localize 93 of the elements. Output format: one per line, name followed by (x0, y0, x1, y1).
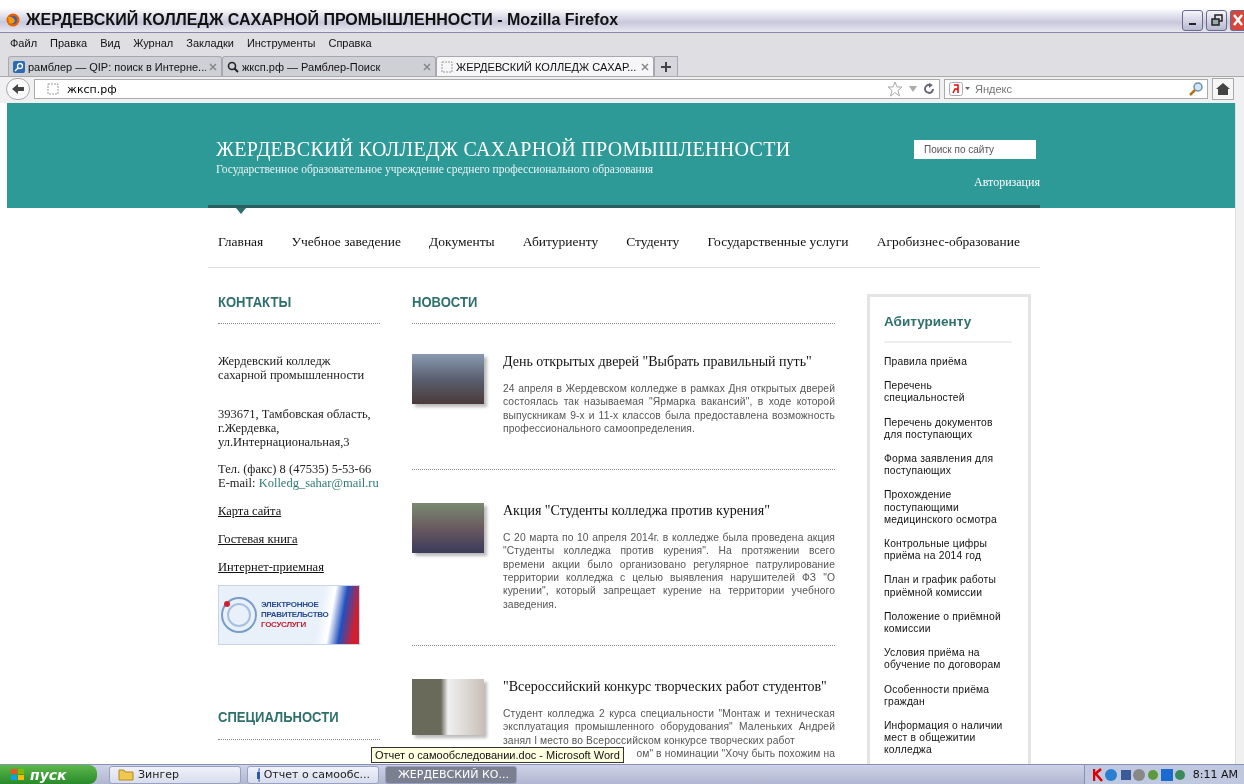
section-heading: СПЕЦИАЛЬНОСТИ (218, 709, 340, 725)
organization-name: Жердевский колледж сахарной промышленности (218, 354, 366, 382)
home-icon (1216, 83, 1230, 95)
postal-address: 393671, Тамбовская область, г.Жердевка, ул.Интернациональная,3 (218, 407, 372, 449)
nav-link[interactable]: Агробизнес-образование (876, 234, 1020, 250)
taskbar-button[interactable]: Отчет о самообс... (247, 765, 379, 784)
close-icon[interactable] (209, 62, 217, 71)
section-heading: НОВОСТИ (412, 294, 479, 310)
photo-placeholder[interactable] (412, 678, 484, 735)
photo-placeholder[interactable] (412, 354, 484, 404)
sidebar-link[interactable]: Положение о приёмной комиссии (884, 610, 1012, 636)
minimize-icon (1189, 23, 1196, 25)
menu-item[interactable]: Справка (322, 37, 379, 49)
section-heading: КОНТАКТЫ (218, 294, 293, 310)
nav-link[interactable]: Студенту (626, 234, 680, 250)
star-icon[interactable] (887, 81, 903, 97)
search-icon (227, 60, 239, 73)
news-summary: С 20 марта по 10 апреля 2014г. в колледже была проведена акция "Студенты колледжа против курения". На протяжении всего времени акции было организовано регулярное патрулирование территории колледжа с целью выявления нарушителей ФЗ "О курении", который запрещает курение на территории учебного заведения. (503, 531, 835, 611)
news-title-link[interactable]: День открытых дверей "Выбрать правильный путь" (503, 354, 835, 370)
dropdown-icon[interactable] (908, 85, 918, 93)
menu-item[interactable]: Инструменты (240, 37, 323, 49)
tooltip: Отчет о самообследовании.doc - Microsoft Word (371, 747, 624, 763)
restore-button[interactable] (1206, 9, 1227, 31)
sidebar-heading: Абитуриенту (884, 314, 1012, 343)
sidebar-link[interactable]: Прохождение поступающими медицинского осмотра (884, 489, 1012, 527)
sidebar-link[interactable]: План и график работы приёмной комиссии (884, 574, 1012, 599)
windows-logo-icon (10, 767, 26, 782)
search-icon[interactable] (1189, 82, 1203, 96)
gov-services-banner[interactable]: ЭЛЕКТРОННОЕ ПРАВИТЕЛЬСТВО ГОСУСЛУГИ (218, 585, 360, 645)
banner-text: ПРАВИТЕЛЬСТВО (261, 610, 329, 620)
sidebar-link[interactable]: Особенности приёма граждан (884, 683, 1012, 709)
site-title: ЖЕРДЕВСКИЙ КОЛЛЕДЖ САХАРНОЙ ПРОМЫШЛЕННОСТИ (216, 138, 791, 161)
home-button[interactable] (1212, 78, 1234, 100)
news-title-link[interactable]: Акция "Студенты колледжа против курения" (503, 503, 835, 520)
address-field[interactable]: жксп.рф (34, 79, 940, 99)
nav-link[interactable]: Учебное заведение (291, 234, 401, 250)
menu-item[interactable]: Закладки (180, 37, 241, 49)
sidebar-link[interactable]: Контрольные цифры приёма на 2014 год (884, 538, 1012, 563)
window-title: ЖЕРДЕВСКИЙ КОЛЛЕДЖ САХАРНОЙ ПРОМЫШЛЕННОСТИ - Mozilla Firefox (26, 11, 620, 29)
menu-item[interactable]: Правка (44, 37, 95, 49)
sidebar-link[interactable]: Условия приёма на обучение по договорам (884, 647, 1012, 672)
site-search-field[interactable]: Поиск по сайту (914, 140, 1036, 159)
taskbar-button[interactable]: ЖЕРДЕВСКИЙ КО... (385, 765, 517, 784)
menu-item[interactable]: Журнал (127, 37, 181, 49)
browser-tab[interactable]: рамблер — QIP: поиск в Интерне... (8, 56, 222, 76)
page-icon (441, 60, 453, 73)
minimize-button[interactable] (1182, 9, 1203, 31)
page-icon (47, 83, 59, 95)
nav-link[interactable]: Документы (429, 234, 495, 250)
hand-logo-icon (219, 595, 259, 635)
sidebar-link[interactable]: Информация о наличии мест в общежитии колледжа (884, 720, 1012, 757)
news-title-link[interactable]: "Всероссийский конкурс творческих работ студентов" (503, 678, 835, 695)
browser-tab[interactable]: ЖЕРДЕВСКИЙ КОЛЛЕДЖ САХАР... (436, 56, 654, 76)
close-button[interactable] (1230, 9, 1244, 31)
banner-text: ГОСУСЛУГИ (261, 620, 308, 630)
news-summary: ом" в номинации "Хочу быть похожим на (636, 746, 835, 761)
footer-link[interactable]: Карта сайта (218, 504, 380, 519)
footer-link[interactable]: Гостевая книга (218, 532, 380, 547)
new-tab-button[interactable] (654, 56, 678, 76)
sidebar-link[interactable]: Форма заявления для поступающих (884, 453, 1012, 478)
menu-item[interactable]: Вид (94, 37, 128, 49)
yandex-icon (949, 82, 971, 96)
back-arrow-icon (11, 83, 25, 95)
close-icon[interactable] (641, 62, 649, 71)
folder-icon (118, 768, 134, 781)
restore-icon (1210, 14, 1223, 26)
browser-tab[interactable]: жксп.рф — Рамблер-Поиск (222, 56, 436, 76)
news-summary: 24 апреля в Жердевском колледже в рамках Дня открытых дверей состоялась так называемая "Ярмарка вакансий", в ходе которой выпускникам 9-х и 11-х классов была предоставлена возможность профессионального самоопределения. (503, 382, 835, 436)
nav-link[interactable]: Главная (218, 234, 264, 250)
phone-number: Тел. (факс) 8 (47535) 5-53-66 (218, 462, 373, 476)
email-link[interactable]: Kolledg_sahar@mail.ru (258, 476, 379, 490)
footer-link[interactable]: Интернет-приемная (218, 560, 380, 575)
firefox-icon (6, 13, 20, 27)
menu-item[interactable]: Файл (4, 37, 45, 49)
sidebar-link[interactable]: Перечень специальностей (884, 380, 1012, 405)
photo-placeholder[interactable] (412, 503, 484, 554)
close-icon[interactable] (423, 62, 431, 71)
email-label: E-mail: (218, 476, 256, 490)
search-field[interactable]: Яндекс (944, 79, 1208, 99)
taskbar-button[interactable]: Зингер (109, 765, 241, 784)
plus-icon (660, 60, 672, 73)
sidebar-link[interactable]: Правила приёма (884, 356, 1012, 369)
nav-link[interactable]: Абитуриенту (522, 234, 599, 250)
reload-icon[interactable] (923, 83, 935, 95)
banner-text: ЭЛЕКТРОННОЕ (261, 600, 320, 610)
nav-link[interactable]: Государственные услуги (707, 234, 849, 250)
search-icon (13, 60, 25, 73)
back-button[interactable] (6, 78, 30, 100)
sidebar-link[interactable]: Перечень документов для поступающих (884, 416, 1012, 441)
url-text: жксп.рф (67, 82, 118, 96)
site-subtitle: Государственное образовательное учреждение среднего профессионального образования (216, 163, 655, 175)
close-icon (1232, 14, 1243, 26)
clock: 8:11 AM (1192, 768, 1238, 781)
